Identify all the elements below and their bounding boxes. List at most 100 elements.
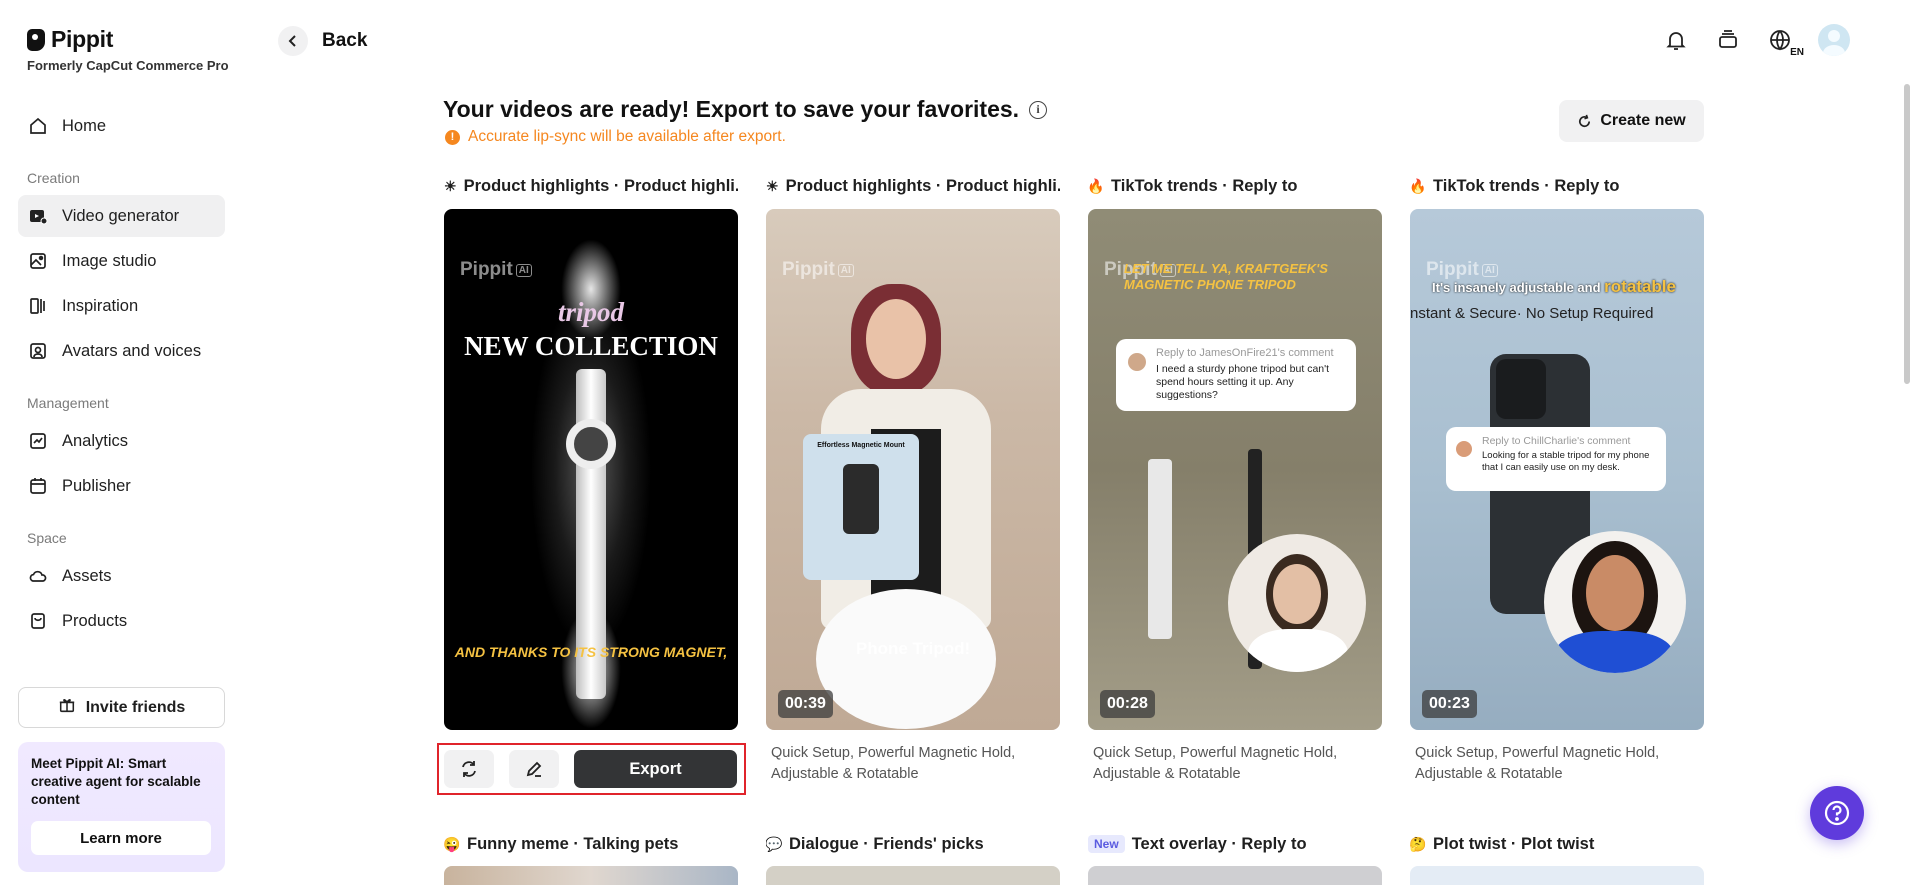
overlay-subcaption: nstant & Secure· No Setup Required <box>1410 305 1654 322</box>
video-thumbnail[interactable] <box>1410 866 1704 885</box>
sidebar-item-label: Publisher <box>62 476 131 495</box>
sidebar-item-inspiration[interactable]: Inspiration <box>18 285 225 327</box>
product-icon <box>28 611 48 631</box>
promo-card: Meet Pippit AI: Smart creative agent for… <box>18 742 225 872</box>
help-icon <box>1824 800 1850 826</box>
video-thumbnail[interactable]: Pippit AI LET ME TELL YA, KRAFTGEEK'S MAG… <box>1088 209 1382 730</box>
fire-icon: 🔥 <box>1410 177 1427 194</box>
sidebar-item-label: Analytics <box>62 431 129 450</box>
video-duration: 00:39 <box>778 690 833 718</box>
sidebar-item-assets[interactable]: Assets <box>18 555 225 597</box>
lip-sync-warning: ! Accurate lip-sync will be available af… <box>445 128 786 146</box>
edit-button[interactable] <box>509 750 559 788</box>
overlay-caption: LET ME TELL YA, KRAFTGEEK'S MAGNETIC PHO… <box>1124 261 1328 292</box>
reply-bubble: Reply to ChillCharlie's comment Looking … <box>1446 427 1666 491</box>
create-new-button[interactable]: Create new <box>1559 100 1704 142</box>
promo-text: Meet Pippit AI: Smart creative agent for… <box>31 756 201 807</box>
card-description: Quick Setup, Powerful Magnetic Hold, Adj… <box>1415 745 1660 782</box>
pippit-watermark: Pippit AI <box>460 259 532 281</box>
card-title: 🔥 TikTok trends · Reply to <box>1088 175 1382 197</box>
pippit-watermark: Pippit AI <box>782 259 854 281</box>
user-avatar[interactable] <box>1818 24 1850 56</box>
inset-product-card: Effortless Magnetic Mount <box>803 434 919 580</box>
card-description: Quick Setup, Powerful Magnetic Hold, Adj… <box>1093 745 1338 782</box>
help-button[interactable] <box>1810 786 1864 840</box>
sidebar-item-image-studio[interactable]: Image studio <box>18 240 225 282</box>
sidebar-item-analytics[interactable]: Analytics <box>18 420 225 462</box>
cloud-icon <box>28 566 48 586</box>
sidebar-item-label: Assets <box>62 566 112 585</box>
new-badge: New <box>1088 835 1125 853</box>
top-icons: EN <box>1662 24 1850 58</box>
tripod-ring <box>566 419 616 469</box>
card-1-action-bar: Export <box>437 743 746 795</box>
sidebar-item-avatars[interactable]: Avatars and voices <box>18 330 225 372</box>
learn-more-button[interactable]: Learn more <box>31 821 211 855</box>
create-new-label: Create new <box>1600 112 1686 129</box>
card-title-text: Funny meme · Talking pets <box>467 834 679 853</box>
video-thumbnail[interactable] <box>444 866 738 885</box>
video-duration: 00:23 <box>1422 690 1477 718</box>
card-title: ☀ Product highlights · Product highli... <box>444 175 738 197</box>
refresh-icon <box>1579 114 1591 127</box>
sidebar: Pippit Formerly CapCut Commerce Pro Home… <box>0 0 238 885</box>
video-icon <box>28 206 48 226</box>
video-thumbnail[interactable]: Pippit AI It's insanely adjustable and ro… <box>1410 209 1704 730</box>
stack-layers-icon[interactable] <box>1714 26 1742 54</box>
sidebar-item-label: Home <box>62 116 107 135</box>
sidebar-item-publisher[interactable]: Publisher <box>18 465 225 507</box>
card-title: New Text overlay · Reply to <box>1088 833 1382 855</box>
page-title: Your videos are ready! Export to save yo… <box>443 96 1048 123</box>
thinking-emoji-icon: 🤔 <box>1410 835 1427 852</box>
video-thumbnail[interactable] <box>1088 866 1382 885</box>
card-title-text: Dialogue · Friends' picks <box>789 834 984 853</box>
video-duration: 00:28 <box>1100 690 1155 718</box>
card-title: 🔥 TikTok trends · Reply to <box>1410 175 1704 197</box>
brand-logo[interactable]: Pippit <box>27 26 113 53</box>
video-thumbnail[interactable]: Pippit AI tripod NEW COLLECTION AND THANK… <box>444 209 738 730</box>
sidebar-item-label: Video generator <box>62 206 180 225</box>
card-title-text: TikTok trends · Reply to <box>1433 176 1620 195</box>
card-title: 😜 Funny meme · Talking pets <box>444 833 738 855</box>
video-thumbnail[interactable]: Effortless Magnetic Mount Pippit AI Phone… <box>766 209 1060 730</box>
card-title-text: Text overlay · Reply to <box>1131 834 1307 853</box>
avatar-icon <box>28 341 48 361</box>
notification-bell-icon[interactable] <box>1662 26 1690 54</box>
invite-friends-button[interactable]: Invite friends <box>18 687 225 728</box>
overlay-bottom-text: Phone Tripod! <box>855 639 971 658</box>
regenerate-button[interactable] <box>444 750 494 788</box>
back-button[interactable]: Back <box>278 26 367 56</box>
sun-icon: ☀ <box>444 177 457 194</box>
sidebar-item-video-generator[interactable]: Video generator <box>18 195 225 237</box>
speech-bubble-icon: 💬 <box>766 835 783 852</box>
brand-name: Pippit <box>51 26 114 52</box>
page-scrollbar[interactable] <box>1904 84 1910 384</box>
sidebar-item-label: Inspiration <box>62 296 139 315</box>
language-globe-icon[interactable]: EN <box>1766 26 1804 58</box>
card-title-text: Plot twist · Plot twist <box>1433 834 1595 853</box>
sidebar-section-management: Management <box>27 395 109 411</box>
sidebar-item-products[interactable]: Products <box>18 600 225 642</box>
sidebar-item-home[interactable]: Home <box>18 105 225 147</box>
image-icon <box>28 251 48 271</box>
presenter-bubble <box>1228 534 1366 672</box>
export-button[interactable]: Export <box>574 750 737 788</box>
language-code: EN <box>1790 47 1804 58</box>
info-icon[interactable]: i <box>1029 100 1048 119</box>
wink-emoji-icon: 😜 <box>444 835 461 852</box>
chevron-left-icon <box>278 26 308 56</box>
sidebar-item-label: Products <box>62 611 128 630</box>
video-thumbnail[interactable] <box>766 866 1060 885</box>
inspiration-icon <box>28 296 48 316</box>
sidebar-item-label: Avatars and voices <box>62 341 202 360</box>
app-root: Pippit Formerly CapCut Commerce Pro Home… <box>0 0 1910 885</box>
card-title: 🤔 Plot twist · Plot twist <box>1410 833 1704 855</box>
overlay-top-text: tripod <box>557 297 624 327</box>
warning-icon: ! <box>445 129 460 145</box>
invite-friends-label: Invite friends <box>85 698 186 716</box>
overlay-caption: It's insanely adjustable and rotatable <box>1432 277 1676 296</box>
brand-subtitle: Formerly CapCut Commerce Pro <box>27 58 229 73</box>
sidebar-section-space: Space <box>27 530 67 546</box>
gift-icon <box>58 696 76 719</box>
analytics-icon <box>28 431 48 451</box>
